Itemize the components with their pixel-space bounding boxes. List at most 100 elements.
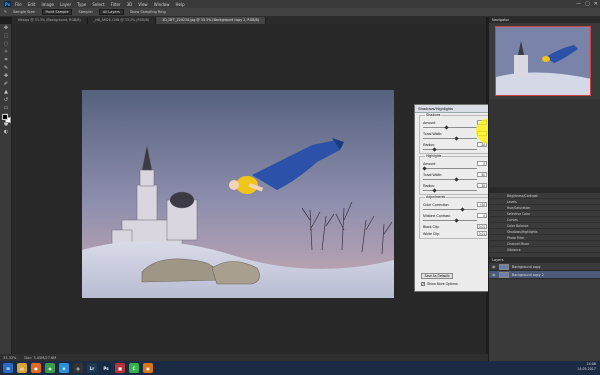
sample-size-select[interactable]: Point Sample (41, 9, 73, 15)
midtone-contrast-input[interactable]: 0 (477, 213, 487, 218)
menu-type[interactable]: Type (77, 2, 86, 7)
app-orange-icon[interactable]: ▣ (143, 363, 153, 373)
sample-select[interactable]: All Layers (98, 9, 124, 15)
app-red-icon[interactable]: ■ (115, 363, 125, 373)
move-tool-icon[interactable]: ✥ (2, 25, 10, 32)
highlights-label: Highlights (425, 154, 443, 158)
layer-thumbnail (499, 271, 509, 278)
right-panel: Navigator Brightness/Contrast Levels Hue… (488, 17, 600, 361)
navigator-preview-image (496, 27, 590, 95)
lasso-tool-icon[interactable]: ◌ (2, 41, 10, 48)
panel-spacer (489, 99, 600, 187)
adjustment-item[interactable]: Vibrance (489, 247, 600, 253)
maximize-icon[interactable]: ▢ (585, 1, 590, 7)
tab-document-3[interactable]: 3D_DFT_Z20234.jpg @ 33.3% (Background co… (156, 17, 267, 24)
dodge-tool-icon[interactable]: ◐ (2, 129, 10, 136)
healing-tool-icon[interactable]: ✚ (2, 73, 10, 80)
document-photo[interactable] (82, 90, 394, 298)
menu-filter[interactable]: Filter (111, 2, 121, 7)
shadow-radius-label: Radius: (423, 142, 435, 147)
menu-window[interactable]: Window (154, 2, 170, 7)
black-clip-input[interactable]: 0.01 (477, 224, 487, 229)
highlight-tonal-label: Tonal Width: (423, 172, 443, 177)
menu-image[interactable]: Image (41, 2, 54, 7)
tab-document-1[interactable]: Mksigs @ 33.3% (Background, RGB/8) (12, 17, 88, 24)
highlight-amount-slider[interactable] (422, 166, 493, 171)
black-clip-label: Black Clip: (423, 224, 440, 229)
history-brush-icon[interactable]: ↺ (2, 97, 10, 104)
eyedropper-tool-icon[interactable]: ✎ (2, 65, 10, 72)
show-sampling-ring-checkbox[interactable]: Show Sampling Ring (130, 10, 166, 14)
color-correction-label: Color Correction: (423, 202, 450, 207)
tab-document-2[interactable]: _H6_AM2E-CNN @ 33.3% (RGB/8) (88, 17, 157, 24)
chrome-icon[interactable]: ◉ (45, 363, 55, 373)
white-clip-input[interactable]: 0.01 (477, 231, 487, 236)
sample-label: Sample: (78, 10, 93, 14)
eye-icon[interactable]: ◉ (492, 272, 496, 277)
brush-tool-icon[interactable]: ✐ (2, 81, 10, 88)
white-clip-label: White Clip: (423, 231, 440, 236)
menu-edit[interactable]: Edit (28, 2, 36, 7)
midtone-contrast-slider[interactable] (423, 218, 493, 223)
highlight-radius-input[interactable]: 30 (477, 183, 487, 188)
photo-image (82, 90, 394, 298)
lightroom-icon[interactable]: Lr (87, 363, 97, 373)
menu-file[interactable]: File (15, 2, 22, 7)
close-icon[interactable]: ✕ (594, 1, 598, 7)
app-icon[interactable]: ◍ (73, 363, 83, 373)
marquee-tool-icon[interactable]: ⬚ (2, 33, 10, 40)
highlights-group: Highlights Amount:0% Tonal Width:50% Rad… (419, 154, 497, 195)
shadow-radius-slider[interactable] (423, 147, 493, 152)
highlight-tonal-input[interactable]: 50 (477, 172, 487, 177)
doc-size: Doc: 3.45M/27.6M (24, 355, 57, 360)
adjustments-group: Adjustments Color Correction: +20 Midtone… (419, 195, 497, 239)
color-correction-slider[interactable] (423, 207, 493, 212)
layer-thumbnail (499, 263, 509, 270)
highlight-radius-label: Radius: (423, 183, 435, 188)
ie-icon[interactable]: e (59, 363, 69, 373)
photoshop-icon[interactable]: Ps (101, 363, 111, 373)
show-more-options-label: Show More Options (427, 282, 458, 286)
menu-bar: Ps File Edit Image Layer Type Select Fil… (0, 0, 600, 8)
crop-tool-icon[interactable]: ⌗ (2, 57, 10, 64)
color-correction-input[interactable]: +20 (477, 202, 487, 207)
layer-row[interactable]: ◉ Background copy (489, 263, 600, 271)
save-as-defaults-button[interactable]: Save As Defaults (421, 273, 453, 279)
show-more-options-checkbox[interactable]: ✓ Show More Options (421, 282, 458, 286)
taskbar: ⊞ ▤ ● ◉ e ◍ Lr Ps ■ C ▣ (0, 361, 600, 375)
highlight-amount-input[interactable]: 0 (477, 161, 487, 166)
clock-date: 14.05.2017 (577, 367, 596, 371)
menu-3d[interactable]: 3D (127, 2, 133, 7)
midtone-contrast-label: Midtone Contrast: (423, 213, 451, 218)
navigator-title: Navigator (489, 17, 600, 23)
eyedropper-icon[interactable]: ✎ (4, 10, 7, 14)
layer-name: Background copy (512, 264, 541, 269)
app-green-icon[interactable]: C (129, 363, 139, 373)
menu-help[interactable]: Help (175, 2, 184, 7)
foreground-color-swatch[interactable] (2, 114, 8, 120)
highlight-radius-slider[interactable] (423, 188, 493, 193)
shadow-tonal-label: Tonal Width: (423, 131, 443, 136)
eraser-tool-icon[interactable]: ▭ (2, 105, 10, 112)
dialog-title: Shadows/Highlights (418, 106, 454, 111)
start-icon[interactable]: ⊞ (3, 363, 13, 373)
eye-icon[interactable]: ◉ (492, 264, 496, 269)
stamp-tool-icon[interactable]: ▲ (2, 89, 10, 96)
minimize-icon[interactable]: — (576, 1, 581, 7)
menu-select[interactable]: Select (92, 2, 104, 7)
layer-name: Background copy 2 (512, 272, 544, 277)
status-bar: 33.33% Doc: 3.45M/27.6M (0, 354, 488, 361)
quick-select-tool-icon[interactable]: ✧ (2, 49, 10, 56)
taskbar-clock[interactable]: 14:06 14.05.2017 (577, 362, 596, 372)
zoom-level[interactable]: 33.33% (3, 356, 16, 360)
firefox-icon[interactable]: ● (31, 363, 41, 373)
highlight-tonal-slider[interactable] (423, 177, 493, 182)
adjustments-list: Brightness/Contrast Levels Hue/Saturatio… (489, 193, 600, 253)
menu-view[interactable]: View (138, 2, 148, 7)
navigator-thumbnail[interactable] (495, 26, 591, 96)
menu-layer[interactable]: Layer (60, 2, 71, 7)
layer-row-selected[interactable]: ◉ Background copy 2 (489, 271, 600, 279)
document-tabs: Mksigs @ 33.3% (Background, RGB/8) _H6_A… (12, 17, 486, 24)
explorer-icon[interactable]: ▤ (17, 363, 27, 373)
highlight-amount-label: Amount: (423, 161, 437, 166)
